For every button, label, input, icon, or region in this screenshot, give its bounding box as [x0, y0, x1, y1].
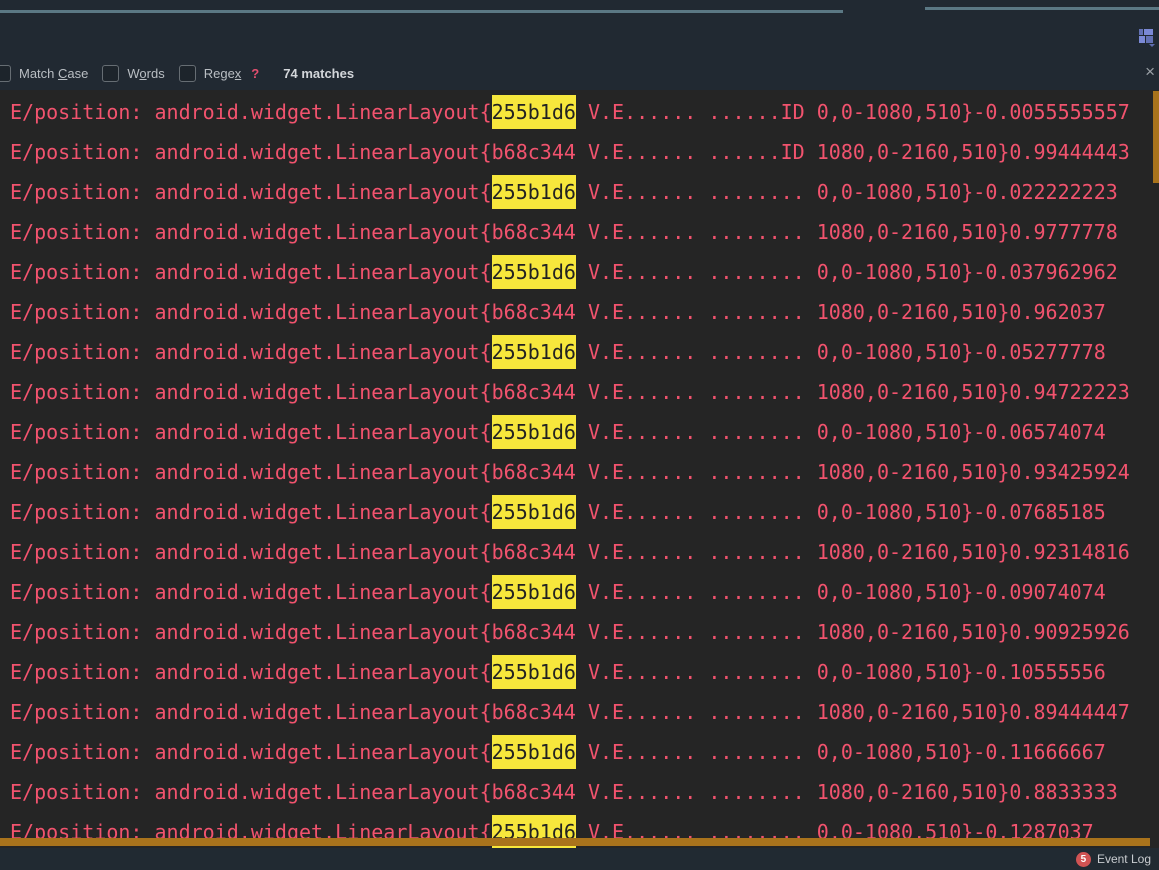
regex-checkbox[interactable]: Regex: [178, 65, 242, 82]
search-match-highlight: 255b1d6: [491, 575, 576, 609]
log-line: E/position: android.widget.LinearLayout{…: [10, 700, 1130, 724]
log-line: E/position: android.widget.LinearLayout{…: [10, 140, 1130, 164]
vertical-scrollbar-thumb[interactable]: [1153, 91, 1159, 183]
regex-label: Regex: [203, 66, 242, 81]
words-checkbox[interactable]: Words: [102, 65, 165, 82]
ide-screen: Match Case Words Regex ? 74 matches × E/…: [0, 0, 1159, 870]
status-bar: 5 Event Log: [0, 848, 1159, 870]
search-match-highlight: 255b1d6: [491, 495, 576, 529]
close-icon[interactable]: ×: [1145, 63, 1155, 80]
log-line: E/position: android.widget.LinearLayout{…: [10, 460, 1130, 484]
match-case-checkbox[interactable]: Match Case: [0, 65, 88, 82]
log-line: E/position: android.widget.LinearLayout{…: [0, 92, 1159, 132]
checkbox-icon[interactable]: [178, 65, 196, 82]
log-lines: E/position: android.widget.LinearLayout{…: [0, 90, 1159, 848]
window-layout-icon[interactable]: [1139, 29, 1155, 47]
search-match-highlight: 255b1d6: [491, 655, 576, 689]
log-line: E/position: android.widget.LinearLayout{…: [0, 252, 1159, 292]
replace-field-border: [925, 7, 1159, 10]
log-console[interactable]: E/position: android.widget.LinearLayout{…: [0, 90, 1159, 848]
event-log-badge: 5: [1075, 851, 1091, 867]
log-line: E/position: android.widget.LinearLayout{…: [10, 540, 1130, 564]
log-line: E/position: android.widget.LinearLayout{…: [0, 332, 1159, 372]
log-line: E/position: android.widget.LinearLayout{…: [10, 220, 1118, 244]
log-line: E/position: android.widget.LinearLayout{…: [0, 172, 1159, 212]
search-match-highlight: 255b1d6: [491, 735, 576, 769]
log-line: E/position: android.widget.LinearLayout{…: [10, 780, 1118, 804]
log-line: E/position: android.widget.LinearLayout{…: [0, 412, 1159, 452]
checkbox-icon[interactable]: [0, 65, 11, 82]
log-line: E/position: android.widget.LinearLayout{…: [10, 380, 1130, 404]
horizontal-scrollbar-thumb[interactable]: [0, 838, 1150, 846]
match-count: 74 matches: [283, 66, 355, 81]
search-match-highlight: 255b1d6: [491, 175, 576, 209]
log-line: E/position: android.widget.LinearLayout{…: [0, 572, 1159, 612]
checkbox-icon[interactable]: [102, 65, 120, 82]
log-line: E/position: android.widget.LinearLayout{…: [10, 300, 1106, 324]
find-field-border: [0, 10, 843, 13]
search-match-highlight: 255b1d6: [491, 415, 576, 449]
log-line: E/position: android.widget.LinearLayout{…: [0, 492, 1159, 532]
event-log-button[interactable]: Event Log: [1097, 852, 1151, 866]
search-match-highlight: 255b1d6: [491, 255, 576, 289]
search-match-highlight: 255b1d6: [491, 95, 576, 129]
regex-help-icon[interactable]: ?: [251, 66, 259, 81]
log-line: E/position: android.widget.LinearLayout{…: [10, 620, 1130, 644]
words-label: Words: [127, 66, 165, 81]
log-line: E/position: android.widget.LinearLayout{…: [0, 652, 1159, 692]
search-match-highlight: 255b1d6: [491, 335, 576, 369]
match-case-label: Match Case: [19, 66, 89, 81]
log-line: E/position: android.widget.LinearLayout{…: [0, 732, 1159, 772]
find-options-bar: Match Case Words Regex ? 74 matches ×: [0, 57, 1159, 93]
